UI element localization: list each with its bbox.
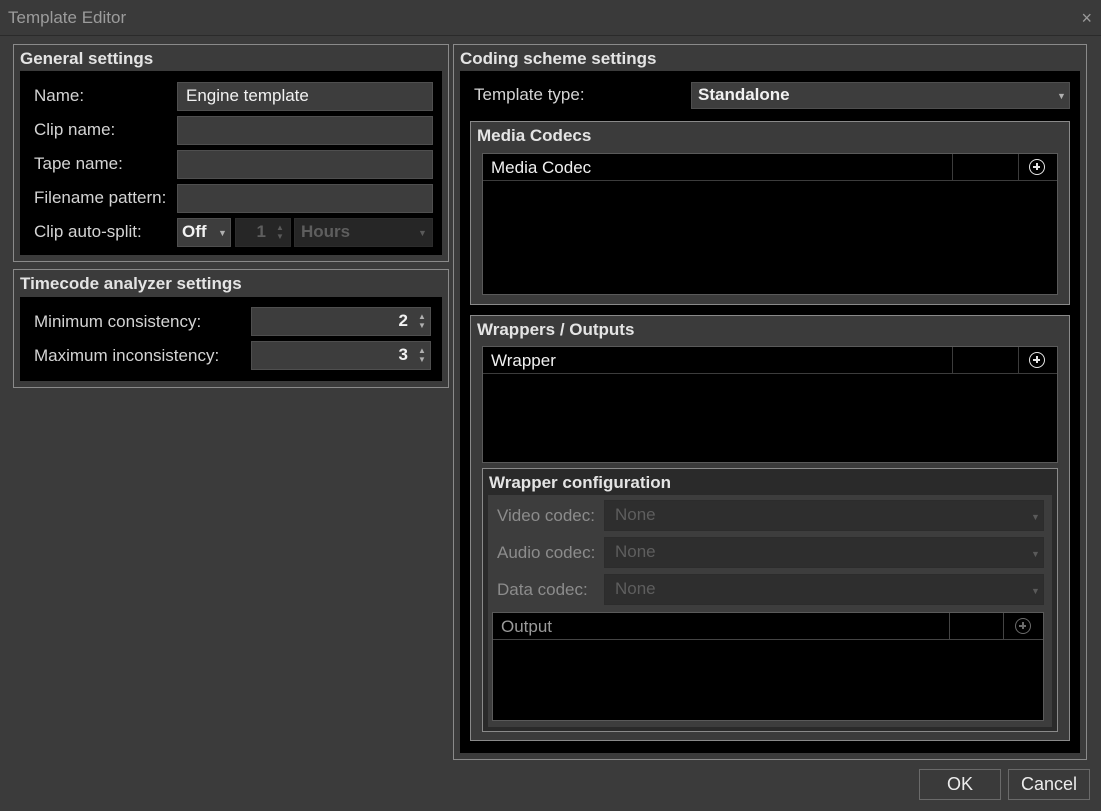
wrapper-configuration-group: Wrapper configuration Video codec: None … [482,468,1058,732]
coding-scheme-panel: Template type: Standalone ▼ Media Codecs… [460,71,1080,753]
chevron-down-icon: ▼ [418,228,427,238]
cancel-button[interactable]: Cancel [1008,769,1090,800]
general-settings-panel: Name: Engine template Clip name: Tape na… [20,71,442,255]
media-codecs-group: Media Codecs Media Codec [470,121,1070,305]
chevron-down-icon: ▼ [1057,91,1066,101]
add-output-icon[interactable] [1015,618,1031,634]
coding-scheme-title: Coding scheme settings [460,49,657,68]
timecode-settings-panel: Minimum consistency: 2 ▲ ▼ Maximum incons… [20,297,442,381]
min-consistency-input[interactable]: 2 [251,307,431,336]
general-settings-group: General settings Name: Engine template C… [13,44,449,262]
wrapper-column-header: Wrapper [491,351,556,370]
column-divider [1018,347,1019,374]
title-bar: Template Editor × [0,0,1101,36]
filename-pattern-input[interactable] [177,184,433,213]
column-divider [952,154,953,181]
clip-auto-split-label: Clip auto-split: [34,222,142,241]
filename-pattern-label: Filename pattern: [34,188,167,207]
video-codec-label: Video codec: [497,506,595,525]
video-codec-select[interactable]: None [604,500,1044,531]
max-inconsistency-input[interactable]: 3 [251,341,431,370]
output-column-header: Output [501,617,553,636]
wrappers-outputs-title: Wrappers / Outputs [477,320,635,339]
general-settings-title: General settings [20,49,154,68]
ok-button[interactable]: OK [919,769,1001,800]
window-title: Template Editor [8,8,127,27]
max-inconsistency-label: Maximum inconsistency: [34,346,220,365]
wrapper-configuration-panel: Video codec: None ▼ Audio codec: None ▼ … [488,495,1052,727]
column-divider [1018,154,1019,181]
coding-scheme-group: Coding scheme settings Template type: St… [453,44,1087,760]
media-codecs-title: Media Codecs [477,126,592,145]
data-codec-label: Data codec: [497,580,588,599]
spin-arrows-icon: ▲ ▼ [276,223,284,241]
media-codec-column-header: Media Codec [491,158,592,177]
wrapper-configuration-title: Wrapper configuration [489,473,671,492]
spin-arrows-icon[interactable]: ▲ ▼ [417,312,427,330]
tape-name-input[interactable] [177,150,433,179]
audio-codec-select[interactable]: None [604,537,1044,568]
min-consistency-label: Minimum consistency: [34,312,202,331]
auto-split-unit-select[interactable]: Hours [294,218,433,247]
clip-name-input[interactable] [177,116,433,145]
column-divider [949,613,950,640]
column-divider [1003,613,1004,640]
add-wrapper-icon[interactable] [1029,352,1045,368]
output-list[interactable]: Output [492,612,1044,721]
wrapper-list[interactable]: Wrapper [482,346,1058,463]
name-label: Name: [34,86,85,105]
wrapper-list-header: Wrapper [483,347,1057,374]
template-type-select[interactable]: Standalone [691,82,1070,109]
timecode-settings-group: Timecode analyzer settings Minimum consi… [13,269,449,388]
column-divider [952,347,953,374]
data-codec-select[interactable]: None [604,574,1044,605]
name-input[interactable]: Engine template [177,82,433,111]
template-type-label: Template type: [474,85,585,104]
output-list-header: Output [493,613,1043,640]
chevron-down-icon: ▼ [218,228,227,238]
spin-arrows-icon[interactable]: ▲ ▼ [417,346,427,364]
close-icon[interactable]: × [1081,8,1092,29]
wrappers-outputs-group: Wrappers / Outputs Wrapper Wrapper confi… [470,315,1070,741]
media-codec-list[interactable]: Media Codec [482,153,1058,295]
chevron-down-icon: ▼ [1031,549,1040,559]
add-media-codec-icon[interactable] [1029,159,1045,175]
timecode-settings-title: Timecode analyzer settings [20,274,242,293]
clip-name-label: Clip name: [34,120,116,139]
chevron-down-icon: ▼ [1031,586,1040,596]
chevron-down-icon: ▼ [1031,512,1040,522]
tape-name-label: Tape name: [34,154,123,173]
audio-codec-label: Audio codec: [497,543,596,562]
media-codec-list-header: Media Codec [483,154,1057,181]
